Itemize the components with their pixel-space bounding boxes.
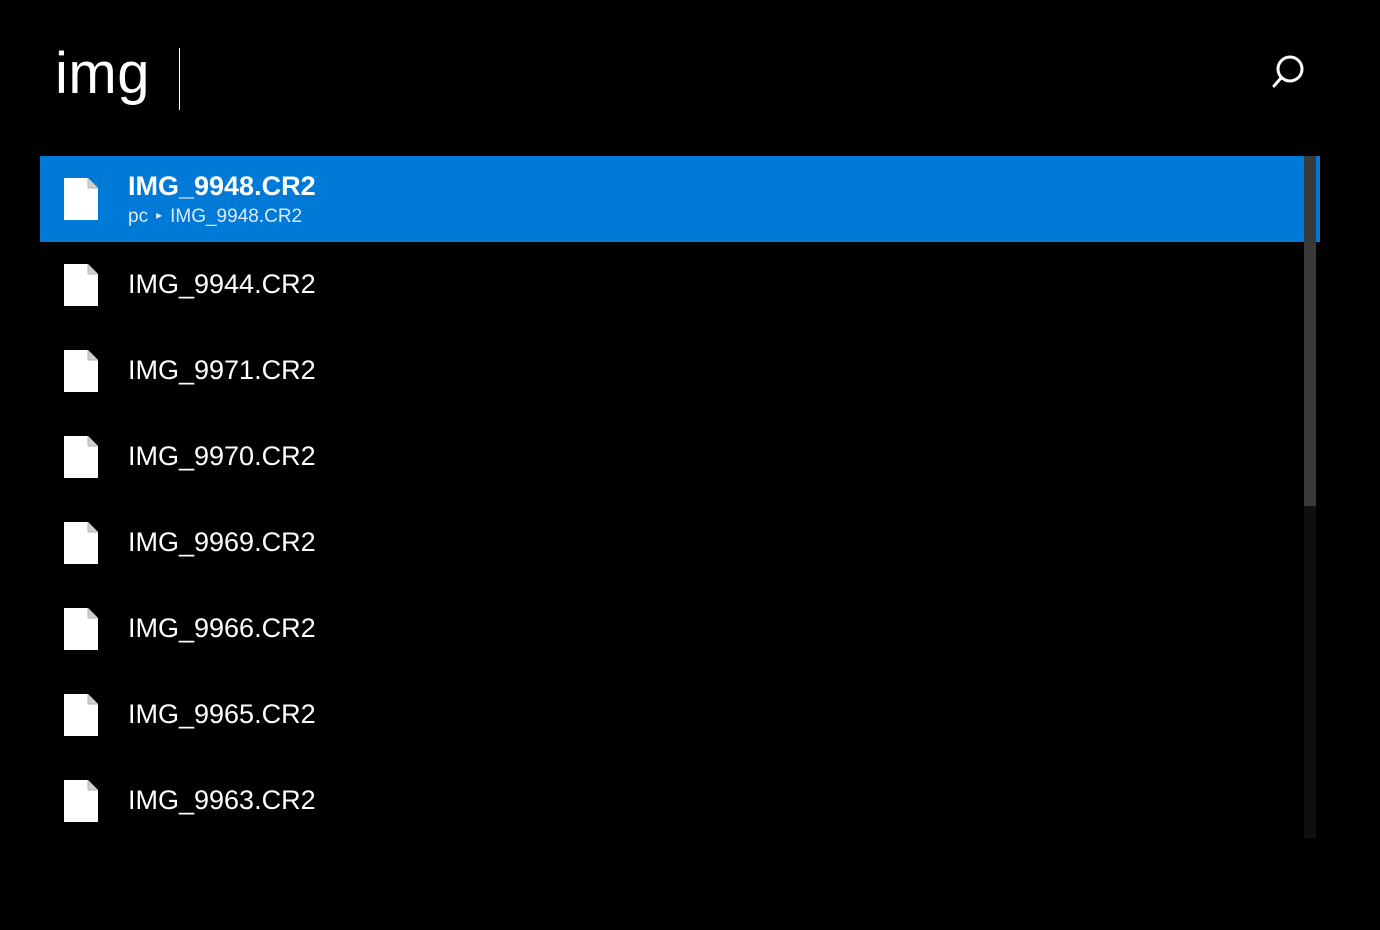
result-name: IMG_9971.CR2 [128,355,316,386]
file-icon [64,350,98,392]
search-input[interactable] [55,40,955,107]
search-icon [1272,52,1312,95]
result-path-leaf: IMG_9948.CR2 [170,206,302,228]
result-text: IMG_9970.CR2 [128,441,316,472]
search-app: IMG_9948.CR2pc▸IMG_9948.CR2 IMG_9944.CR2… [0,0,1380,930]
file-icon [64,436,98,478]
result-text: IMG_9965.CR2 [128,699,316,730]
result-text: IMG_9963.CR2 [128,785,316,816]
result-path-root: pc [128,206,148,228]
results-list: IMG_9948.CR2pc▸IMG_9948.CR2 IMG_9944.CR2… [40,156,1320,844]
result-text: IMG_9948.CR2pc▸IMG_9948.CR2 [128,171,316,228]
results-viewport: IMG_9948.CR2pc▸IMG_9948.CR2 IMG_9944.CR2… [40,156,1320,930]
result-text: IMG_9966.CR2 [128,613,316,644]
file-icon [64,264,98,306]
file-icon [64,608,98,650]
result-name: IMG_9965.CR2 [128,699,316,730]
result-item[interactable]: IMG_9965.CR2 [40,672,1320,758]
result-name: IMG_9963.CR2 [128,785,316,816]
result-text: IMG_9971.CR2 [128,355,316,386]
result-item[interactable]: IMG_9944.CR2 [40,242,1320,328]
chevron-right-icon: ▸ [156,209,162,223]
result-name: IMG_9970.CR2 [128,441,316,472]
result-item[interactable]: IMG_9971.CR2 [40,328,1320,414]
file-icon [64,178,98,220]
result-item[interactable]: IMG_9963.CR2 [40,758,1320,844]
file-icon [64,694,98,736]
text-caret [179,48,180,110]
result-path: pc ▸ IMG_9948.CR2 [128,206,316,228]
result-name: IMG_9966.CR2 [128,613,316,644]
file-icon [64,522,98,564]
file-icon [64,780,98,822]
result-item[interactable]: IMG_9966.CR2 [40,586,1320,672]
result-name: IMG_9969.CR2 [128,527,316,558]
result-item[interactable]: IMG_9948.CR2pc▸IMG_9948.CR2 [40,156,1320,242]
search-header [0,0,1380,137]
result-name: IMG_9944.CR2 [128,269,316,300]
search-button[interactable] [1264,44,1320,103]
result-text: IMG_9944.CR2 [128,269,316,300]
result-text: IMG_9969.CR2 [128,527,316,558]
result-name: IMG_9948.CR2 [128,171,316,202]
result-item[interactable]: IMG_9970.CR2 [40,414,1320,500]
result-item[interactable]: IMG_9969.CR2 [40,500,1320,586]
scrollbar-thumb[interactable] [1304,156,1316,506]
search-input-wrap [55,40,955,107]
scrollbar-track[interactable] [1304,156,1316,838]
